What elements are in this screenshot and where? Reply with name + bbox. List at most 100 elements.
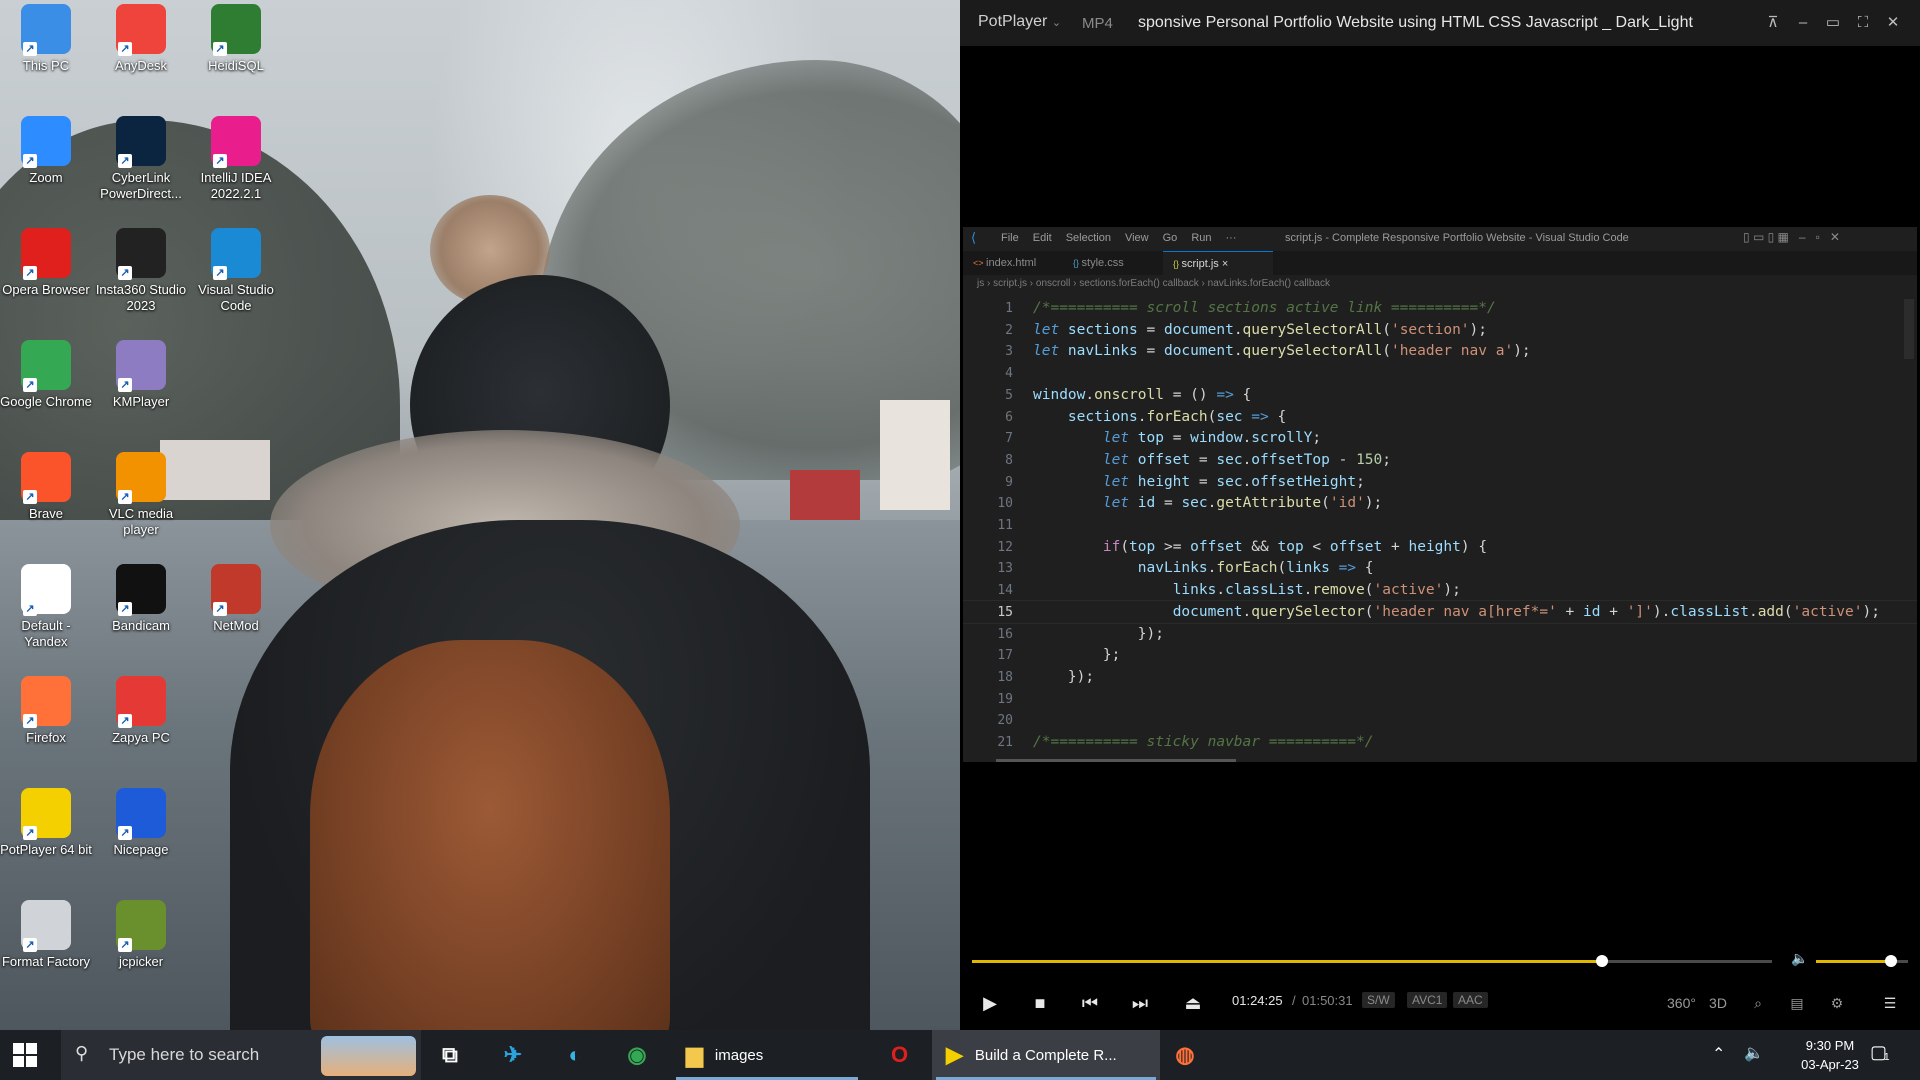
seek-handle[interactable]: [1595, 955, 1608, 967]
previous-icon[interactable]: ⏮: [1077, 990, 1103, 1016]
line-number: 16: [997, 626, 1013, 642]
line-number: 5: [1005, 387, 1013, 403]
desktop-shortcut-powerdirector[interactable]: ↗ CyberLink PowerDirect...: [95, 112, 187, 202]
code-token: =>: [1251, 408, 1269, 425]
code-token: /*========== sticky navbar ==========*/: [1033, 734, 1374, 750]
next-icon[interactable]: ⏭: [1127, 990, 1153, 1016]
code-line: 10 let id = sec.getAttribute('id');: [963, 492, 1917, 514]
clock[interactable]: 9:30 PM 03-Apr-23: [1788, 1036, 1872, 1074]
taskbar-app-potplayer[interactable]: ▶ Build a Complete R...: [932, 1030, 1160, 1080]
chevron-down-icon[interactable]: ⌄: [1052, 17, 1061, 29]
code-text: navLinks.forEach(links => {: [1033, 557, 1374, 579]
vscode-tab-bar: <> index.html{} style.css{} script.js ×: [963, 251, 1917, 276]
opera-icon: ↗: [21, 228, 71, 280]
settings-icon[interactable]: ⚙: [1824, 990, 1850, 1016]
editor-tab-label: index.html: [986, 257, 1037, 269]
desktop-shortcut-potplayer[interactable]: ↗ PotPlayer 64 bit: [0, 784, 92, 858]
code-token: (: [1364, 603, 1374, 620]
taskbar-app-opera[interactable]: O: [872, 1030, 927, 1080]
line-number: 4: [1005, 366, 1013, 382]
desktop-shortcut-vscode[interactable]: ↗ Visual Studio Code: [190, 224, 282, 314]
seek-bar[interactable]: [972, 955, 1772, 967]
desktop-shortcut-vlc[interactable]: ↗ VLC media player: [95, 448, 187, 538]
desktop-shortcut-nicepage[interactable]: ↗ Nicepage: [95, 784, 187, 858]
playlist-icon[interactable]: ▤: [1784, 990, 1810, 1016]
taskbar-app-file-explorer[interactable]: ▆ images: [672, 1030, 862, 1080]
vscode-menu-item: ···: [1225, 232, 1237, 244]
volume-icon[interactable]: 🔈: [1791, 950, 1808, 967]
taskbar-app-edge[interactable]: ◐: [550, 1030, 600, 1080]
desktop-shortcut-firefox[interactable]: ↗ Firefox: [0, 672, 92, 746]
menu-icon[interactable]: ☰: [1877, 990, 1903, 1016]
close-icon[interactable]: ✕: [1882, 12, 1904, 34]
breadcrumb: js › script.js › onscroll › sections.for…: [963, 275, 1917, 293]
volume-slider[interactable]: [1816, 955, 1908, 967]
code-token: top: [1137, 430, 1164, 447]
speaker-icon[interactable]: 🔈: [1744, 1043, 1764, 1063]
code-token: = (): [1163, 386, 1217, 403]
taskbar-app-firefox[interactable]: ◍: [1160, 1030, 1210, 1080]
desktop-shortcut-computer[interactable]: ↗ This PC: [0, 0, 92, 74]
desktop-shortcut-zapya[interactable]: ↗ Zapya PC: [95, 672, 187, 746]
decoder-badge[interactable]: S/W: [1362, 992, 1395, 1008]
potplayer-titlebar[interactable]: PotPlayer ⌄ MP4 sponsive Personal Portfo…: [960, 0, 1920, 46]
code-token: -: [1329, 451, 1357, 468]
taskbar-app-label: Build a Complete R...: [974, 1046, 1117, 1064]
potplayer-menu-button[interactable]: PotPlayer ⌄: [978, 13, 1061, 31]
3d-button[interactable]: 3D: [1705, 990, 1731, 1016]
taskbar-app-task-view[interactable]: ⧉: [430, 1030, 470, 1080]
play-icon[interactable]: ▶: [977, 990, 1003, 1016]
breadcrumb-separator: ›: [1070, 278, 1080, 289]
stop-icon[interactable]: ■: [1027, 990, 1053, 1016]
desktop-shortcut-heidisql[interactable]: ↗ HeidiSQL: [190, 0, 282, 74]
editor-tab: {} style.css: [1063, 251, 1171, 275]
minimize-icon[interactable]: –: [1792, 12, 1814, 34]
code-token: onscroll: [1094, 386, 1164, 403]
vr-360-button[interactable]: 360°: [1667, 990, 1696, 1016]
desktop-shortcut-netmod[interactable]: ↗ NetMod: [190, 560, 282, 634]
shortcut-arrow-icon: ↗: [23, 826, 37, 840]
pin-icon[interactable]: ⊼: [1762, 12, 1784, 34]
video-codec-badge[interactable]: AVC1: [1407, 992, 1448, 1008]
code-token: +: [1382, 538, 1409, 555]
horizontal-scrollbar: [996, 759, 1236, 762]
desktop-shortcut-insta360[interactable]: ↗ Insta360 Studio 2023: [95, 224, 187, 314]
maximize-icon[interactable]: ▭: [1822, 12, 1844, 34]
desktop-shortcut-zoom[interactable]: ↗ Zoom: [0, 112, 92, 186]
code-token: querySelectorAll: [1242, 343, 1383, 360]
desktop-shortcut-anydesk[interactable]: ↗ AnyDesk: [95, 0, 187, 74]
notification-icon[interactable]: ▢ 1: [1870, 1042, 1894, 1066]
desktop-shortcut-opera[interactable]: ↗ Opera Browser: [0, 224, 92, 298]
audio-codec-badge[interactable]: AAC: [1453, 992, 1488, 1008]
taskbar-app-chrome[interactable]: ◉: [612, 1030, 662, 1080]
chevron-up-icon[interactable]: ⌃: [1712, 1044, 1725, 1064]
code-line: 2 let sections = document.querySelectorAl…: [963, 319, 1917, 341]
file-type-icon: {}: [1173, 259, 1182, 269]
desktop-shortcut-yandex[interactable]: ↗ Default - Yandex: [0, 560, 92, 650]
desktop-shortcut-brave[interactable]: ↗ Brave: [0, 448, 92, 522]
eject-icon[interactable]: ⏏: [1180, 990, 1206, 1016]
desktop-shortcut-bandicam[interactable]: ↗ Bandicam: [95, 560, 187, 634]
code-text: let height = sec.offsetHeight;: [1033, 471, 1365, 493]
zoom-icon[interactable]: ⌕: [1745, 990, 1771, 1016]
code-token: ']': [1626, 603, 1653, 620]
code-token: (: [1277, 560, 1287, 577]
desktop-shortcut-formatfactory[interactable]: ↗ Format Factory: [0, 896, 92, 970]
desktop-shortcut-jcpicker[interactable]: ↗ jcpicker: [95, 896, 187, 970]
code-line: 17 };: [963, 644, 1917, 666]
editor-scrollbar: [1904, 299, 1914, 359]
desktop-shortcut-kmplayer[interactable]: ↗ KMPlayer: [95, 336, 187, 410]
code-token: +: [1556, 603, 1584, 620]
code-token: document: [1172, 603, 1243, 620]
desktop-shortcut-intellij[interactable]: ↗ IntelliJ IDEA 2022.2.1: [190, 112, 282, 202]
windows-start-icon[interactable]: [12, 1042, 38, 1068]
file-explorer-icon: ▆: [686, 1042, 703, 1067]
taskbar-search-box[interactable]: ⚲ Type here to search: [61, 1030, 421, 1080]
taskbar-app-telegram[interactable]: ✈: [488, 1030, 538, 1080]
code-token: links: [1286, 560, 1330, 577]
fullscreen-icon[interactable]: ⛶: [1852, 12, 1874, 34]
code-token: offsetHeight: [1251, 473, 1357, 490]
desktop-shortcut-chrome[interactable]: ↗ Google Chrome: [0, 336, 92, 410]
line-number: 12: [997, 539, 1013, 555]
code-token: offsetTop: [1251, 451, 1330, 468]
